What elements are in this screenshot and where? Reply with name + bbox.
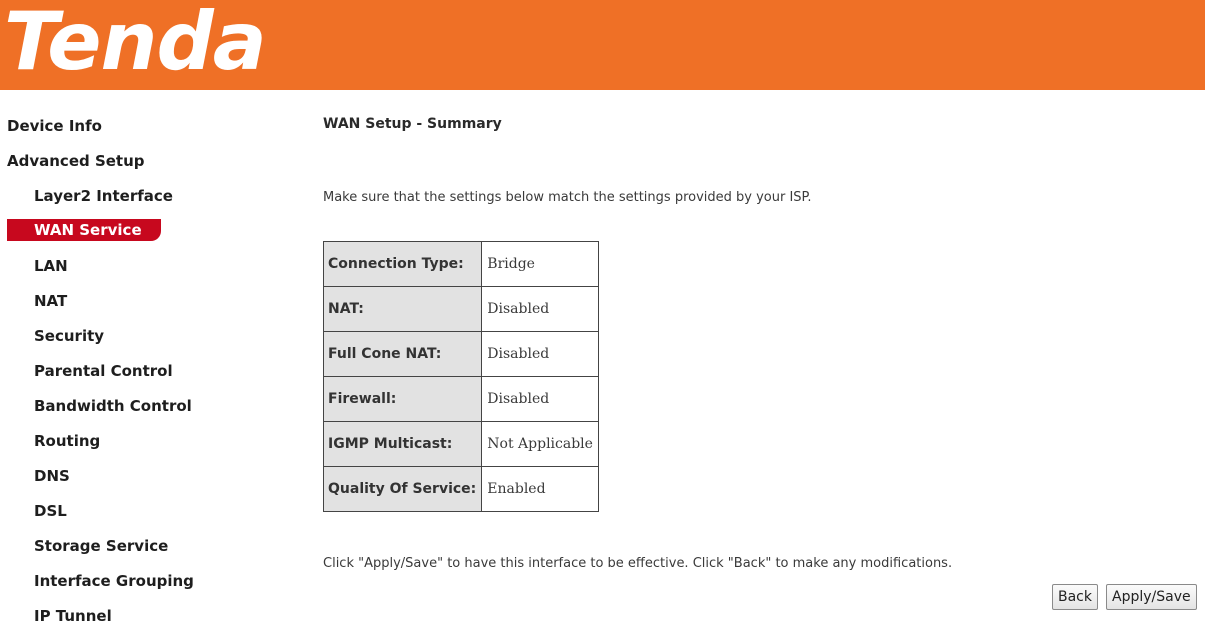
table-row: IGMP Multicast: Not Applicable [322, 421, 599, 467]
table-row: Quality Of Service: Enabled [322, 466, 599, 512]
firewall-value: Disabled [481, 376, 599, 422]
full-cone-nat-value: Disabled [481, 331, 599, 377]
tenda-logo: Tenda [4, 0, 267, 88]
sidebar-item-security[interactable]: Security [34, 324, 104, 348]
wan-summary-table: Connection Type: Bridge NAT: Disabled Fu… [322, 241, 599, 512]
full-cone-nat-label: Full Cone NAT: [322, 331, 483, 377]
igmp-multicast-value: Not Applicable [481, 421, 599, 467]
page-title: WAN Setup - Summary [323, 116, 502, 132]
connection-type-label: Connection Type: [322, 241, 483, 287]
firewall-label: Firewall: [322, 376, 483, 422]
sidebar-item-storage-service[interactable]: Storage Service [34, 534, 168, 558]
table-row: Firewall: Disabled [322, 376, 599, 422]
quality-of-service-value: Enabled [481, 466, 599, 512]
connection-type-value: Bridge [481, 241, 599, 287]
sidebar-item-parental-control[interactable]: Parental Control [34, 359, 173, 383]
quality-of-service-label: Quality Of Service: [322, 466, 483, 512]
sidebar-item-device-info[interactable]: Device Info [7, 114, 102, 138]
sidebar-item-lan[interactable]: LAN [34, 254, 68, 278]
nat-value: Disabled [481, 286, 599, 332]
sidebar-item-nat[interactable]: NAT [34, 289, 67, 313]
sidebar-item-wan-service[interactable]: WAN Service [7, 219, 161, 241]
apply-save-button[interactable]: Apply/Save [1106, 584, 1197, 610]
apply-note-text: Click "Apply/Save" to have this interfac… [323, 556, 953, 571]
header-banner: Tenda [0, 0, 1205, 90]
sidebar-item-routing[interactable]: Routing [34, 429, 100, 453]
table-row: Full Cone NAT: Disabled [322, 331, 599, 377]
sidebar-item-advanced-setup[interactable]: Advanced Setup [7, 149, 145, 173]
sidebar-item-layer2-interface[interactable]: Layer2 Interface [34, 184, 173, 208]
sidebar-item-bandwidth-control[interactable]: Bandwidth Control [34, 394, 192, 418]
nat-label: NAT: [322, 286, 483, 332]
table-row: NAT: Disabled [322, 286, 599, 332]
sidebar-item-dns[interactable]: DNS [34, 464, 70, 488]
sidebar-item-ip-tunnel[interactable]: IP Tunnel [34, 604, 112, 628]
sidebar-item-interface-grouping[interactable]: Interface Grouping [34, 569, 194, 593]
sidebar-item-dsl[interactable]: DSL [34, 499, 67, 523]
table-row: Connection Type: Bridge [322, 241, 599, 287]
intro-text: Make sure that the settings below match … [323, 190, 812, 205]
back-button[interactable]: Back [1052, 584, 1098, 610]
igmp-multicast-label: IGMP Multicast: [322, 421, 483, 467]
